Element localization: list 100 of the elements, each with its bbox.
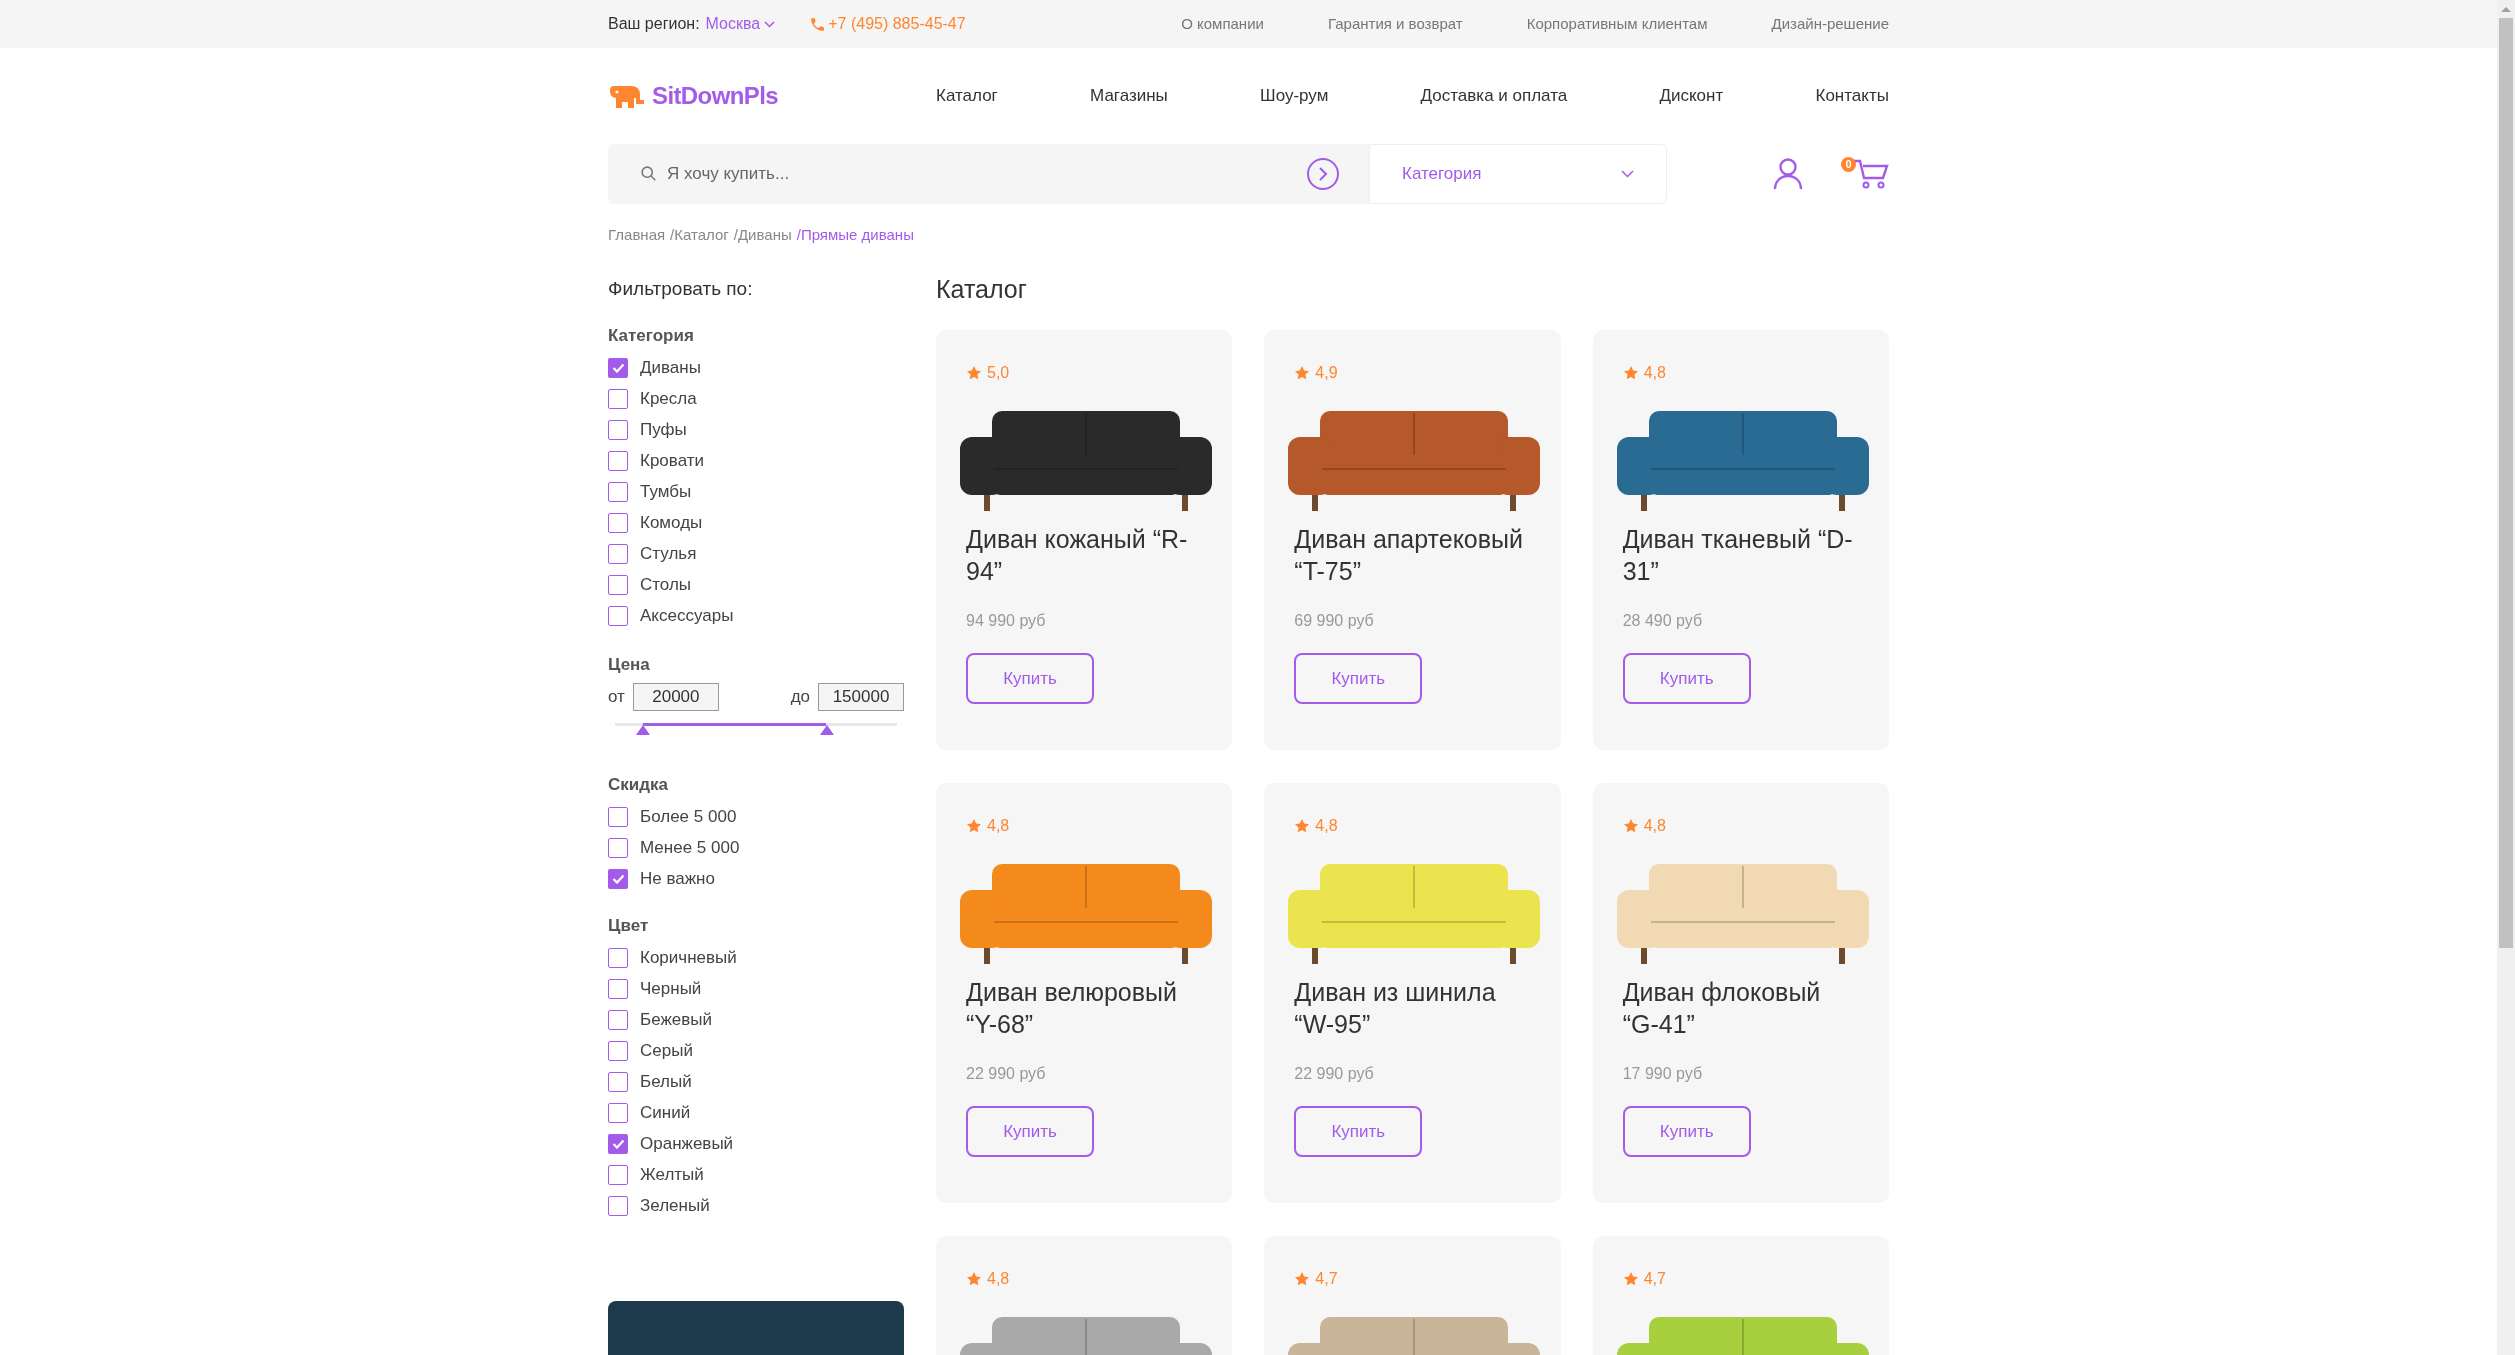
rating-value: 4,8 bbox=[987, 816, 1010, 836]
product-title: Диван из шинила “W-95” bbox=[1294, 977, 1497, 1040]
filter-option[interactable]: Пуфы bbox=[608, 414, 904, 446]
breadcrumb-link[interactable]: /Диваны bbox=[733, 224, 792, 247]
filter-option[interactable]: Черный bbox=[608, 973, 904, 1004]
checkbox[interactable] bbox=[608, 838, 628, 858]
filter-option[interactable]: Столы bbox=[608, 569, 904, 601]
filter-option[interactable]: Желтый bbox=[608, 1159, 904, 1190]
product-price: 69 990 руб bbox=[1294, 611, 1375, 631]
nav-link[interactable]: Дисконт bbox=[1659, 83, 1724, 109]
catalog-title: Каталог bbox=[936, 273, 1028, 305]
rating-value: 4,8 bbox=[987, 1269, 1010, 1289]
region-label: Ваш регион: bbox=[608, 14, 700, 34]
price-from-label: от bbox=[608, 686, 625, 709]
filter-group-title: Цена bbox=[608, 653, 651, 676]
checkbox[interactable] bbox=[608, 606, 628, 626]
chevron-right-icon bbox=[1318, 167, 1328, 181]
scrollbar-thumb[interactable] bbox=[2499, 18, 2513, 948]
nav-link[interactable]: Контакты bbox=[1815, 83, 1889, 109]
product-price: 17 990 руб bbox=[1622, 1064, 1704, 1084]
filter-option[interactable]: Стулья bbox=[608, 538, 904, 570]
nav-link[interactable]: Магазины bbox=[1090, 83, 1168, 109]
star-icon bbox=[1294, 365, 1311, 381]
slider-thumb[interactable] bbox=[636, 725, 651, 735]
scroll-up-icon[interactable] bbox=[2501, 6, 2511, 12]
checkmark-icon bbox=[611, 874, 625, 884]
checkbox[interactable] bbox=[608, 807, 628, 827]
checkbox[interactable] bbox=[608, 1102, 628, 1123]
star-icon bbox=[1294, 1271, 1311, 1287]
checkbox[interactable] bbox=[608, 420, 628, 440]
region-dropdown[interactable]: Москва bbox=[705, 12, 776, 36]
checkbox[interactable] bbox=[608, 1164, 628, 1185]
buy-button[interactable]: Купить bbox=[966, 653, 1094, 704]
rating-value: 4,8 bbox=[1643, 816, 1666, 836]
checkbox[interactable] bbox=[608, 1040, 628, 1061]
filter-option[interactable]: Серый bbox=[608, 1035, 904, 1066]
filter-option[interactable]: Кровати bbox=[608, 445, 904, 477]
breadcrumb-link[interactable]: /Прямые диваны bbox=[796, 224, 914, 247]
checkbox[interactable] bbox=[608, 451, 628, 471]
nav-link[interactable]: Каталог bbox=[936, 83, 998, 109]
user-icon bbox=[1773, 158, 1803, 190]
search-field[interactable]: Я хочу купить... bbox=[608, 144, 1369, 204]
checkbox[interactable] bbox=[608, 978, 628, 999]
filter-option[interactable]: Оранжевый bbox=[608, 1128, 904, 1159]
filter-option[interactable]: Более 5 000 bbox=[608, 801, 904, 833]
top-link[interactable]: Дизайн-решение bbox=[1771, 12, 1889, 36]
breadcrumb-link[interactable]: /Каталог bbox=[670, 224, 729, 247]
product-price: 22 990 руб bbox=[966, 1064, 1047, 1084]
filter-option[interactable]: Диваны bbox=[608, 352, 904, 384]
chevron-down-icon bbox=[764, 20, 776, 28]
checkbox[interactable] bbox=[608, 1195, 628, 1216]
filter-option[interactable]: Тумбы bbox=[608, 476, 904, 508]
checkbox[interactable] bbox=[608, 869, 628, 889]
checkbox[interactable] bbox=[608, 1071, 628, 1092]
buy-button[interactable]: Купить bbox=[1294, 1106, 1423, 1157]
checkbox[interactable] bbox=[608, 1009, 628, 1030]
filter-option[interactable]: Менее 5 000 bbox=[608, 832, 904, 864]
filter-option[interactable]: Белый bbox=[608, 1066, 904, 1097]
star-icon bbox=[966, 365, 982, 381]
checkbox[interactable] bbox=[608, 513, 628, 533]
checkbox[interactable] bbox=[608, 389, 628, 409]
top-link[interactable]: Корпоративным клиентам bbox=[1526, 12, 1708, 36]
buy-button[interactable]: Купить bbox=[1294, 653, 1423, 704]
checkmark-icon bbox=[611, 1138, 625, 1149]
filter-option[interactable]: Не важно bbox=[608, 863, 904, 895]
nav-link[interactable]: Доставка и оплата bbox=[1420, 83, 1568, 109]
logo-text: SitDownPls bbox=[652, 81, 778, 111]
checkbox[interactable] bbox=[608, 1133, 628, 1154]
price-to-field[interactable]: 150000 bbox=[818, 683, 904, 711]
rating-value: 4,9 bbox=[1315, 363, 1338, 383]
star-icon bbox=[966, 818, 982, 834]
price-from-field[interactable]: 20000 bbox=[632, 683, 719, 711]
top-link[interactable]: Гарантия и возврат bbox=[1327, 12, 1463, 36]
checkmark-icon bbox=[611, 363, 625, 373]
product-title: Диван велюровый “Y-68” bbox=[966, 977, 1178, 1040]
nav-link[interactable]: Шоу-рум bbox=[1260, 83, 1329, 109]
filter-option[interactable]: Кресла bbox=[608, 383, 904, 415]
checkbox[interactable] bbox=[608, 575, 628, 595]
buy-button[interactable]: Купить bbox=[1622, 653, 1751, 704]
filter-option[interactable]: Комоды bbox=[608, 507, 904, 539]
top-link[interactable]: О компании bbox=[1181, 12, 1264, 36]
filter-option[interactable]: Коричневый bbox=[608, 942, 904, 973]
rating-value: 4,7 bbox=[1315, 1269, 1338, 1289]
checkbox[interactable] bbox=[608, 544, 628, 564]
checkbox[interactable] bbox=[608, 947, 628, 968]
checkbox[interactable] bbox=[608, 482, 628, 502]
filter-option[interactable]: Синий bbox=[608, 1097, 904, 1128]
checkbox[interactable] bbox=[608, 358, 628, 378]
search-submit-button[interactable] bbox=[1307, 158, 1339, 190]
slider-thumb[interactable] bbox=[819, 725, 834, 735]
filter-option[interactable]: Бежевый bbox=[608, 1004, 904, 1035]
category-dropdown[interactable]: Категория bbox=[1369, 144, 1667, 204]
breadcrumb-link[interactable]: Главная bbox=[608, 224, 666, 247]
buy-button[interactable]: Купить bbox=[1622, 1106, 1751, 1157]
buy-button[interactable]: Купить bbox=[966, 1106, 1094, 1157]
account-button[interactable] bbox=[1773, 158, 1803, 190]
price-slider[interactable] bbox=[615, 723, 897, 736]
filter-option[interactable]: Аксессуары bbox=[608, 600, 904, 632]
filter-option[interactable]: Зеленый bbox=[608, 1190, 904, 1221]
filter-group-title: Скидка bbox=[608, 774, 669, 796]
